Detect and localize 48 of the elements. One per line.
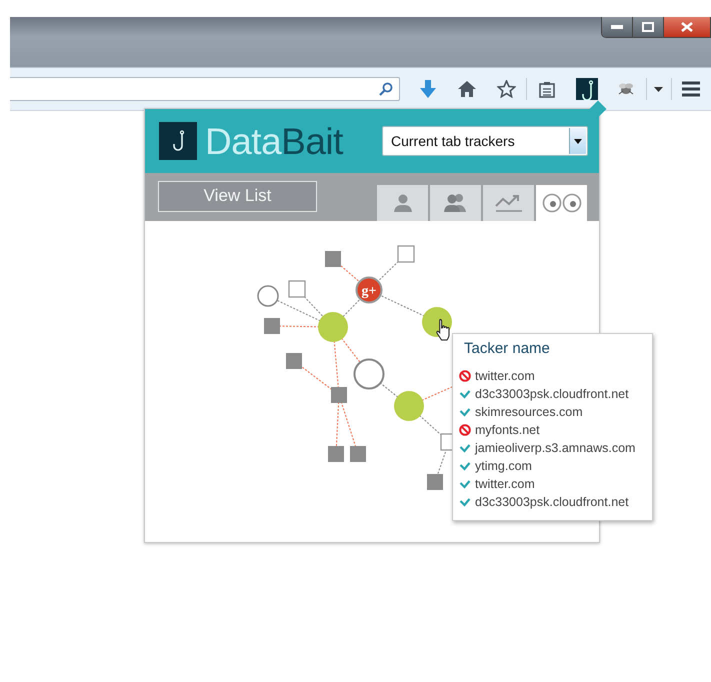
graph-node bbox=[397, 245, 415, 263]
eyes-icon bbox=[542, 193, 582, 213]
trend-chart-icon bbox=[494, 193, 522, 213]
graph-node bbox=[354, 358, 384, 390]
star-icon[interactable] bbox=[497, 80, 516, 98]
menu-icon[interactable] bbox=[682, 81, 700, 97]
graph-node bbox=[427, 474, 443, 490]
close-icon[interactable] bbox=[681, 22, 693, 32]
hook-icon bbox=[170, 129, 186, 153]
graph-node bbox=[331, 387, 347, 403]
tracker-name: jamieoliverp.s3.amnaws.com bbox=[475, 441, 636, 455]
graph-node bbox=[325, 251, 341, 267]
tracker-name: d3c33003psk.cloudfront.net bbox=[475, 387, 629, 401]
graph-node bbox=[350, 446, 366, 462]
google-plus-node: g+ bbox=[356, 276, 382, 304]
graph-node bbox=[288, 280, 306, 298]
dropdown-caret-icon[interactable] bbox=[654, 86, 664, 92]
graph-node bbox=[328, 446, 344, 462]
people-icon bbox=[444, 193, 468, 213]
logo-text: DataBait bbox=[205, 122, 343, 160]
tracker-name: ytimg.com bbox=[475, 459, 532, 473]
tracker-name: twitter.com bbox=[475, 369, 535, 383]
tracker-name: twitter.com bbox=[475, 477, 535, 491]
home-icon[interactable] bbox=[458, 81, 476, 97]
graph-node[interactable] bbox=[394, 391, 424, 421]
search-icon[interactable] bbox=[378, 82, 393, 96]
tracker-scope-dropdown[interactable]: Current tab trackers bbox=[382, 126, 588, 156]
bug-icon[interactable] bbox=[617, 82, 636, 96]
graph-node[interactable] bbox=[318, 312, 348, 342]
maximize-button[interactable] bbox=[633, 17, 664, 37]
tracker-name: skimresources.com bbox=[475, 405, 583, 419]
graph-node bbox=[286, 353, 302, 369]
address-field[interactable] bbox=[10, 77, 400, 101]
dropdown-caret-icon[interactable] bbox=[574, 138, 582, 144]
tracker-name: myfonts.net bbox=[475, 423, 540, 437]
maximize-icon[interactable] bbox=[642, 22, 654, 32]
reading-list-icon[interactable] bbox=[539, 80, 556, 98]
minimize-button[interactable] bbox=[602, 17, 633, 37]
graph-node bbox=[264, 318, 280, 334]
person-icon bbox=[392, 193, 412, 213]
tooltip-title: Tacker name bbox=[464, 340, 551, 357]
view-tab[interactable] bbox=[430, 185, 481, 221]
close-button[interactable] bbox=[664, 17, 710, 37]
graph-node bbox=[257, 285, 279, 307]
tracker-name: d3c33003psk.cloudfront.net bbox=[475, 495, 629, 509]
download-icon[interactable] bbox=[420, 80, 436, 98]
hook-icon[interactable] bbox=[576, 78, 598, 100]
view-tab[interactable] bbox=[536, 185, 587, 221]
